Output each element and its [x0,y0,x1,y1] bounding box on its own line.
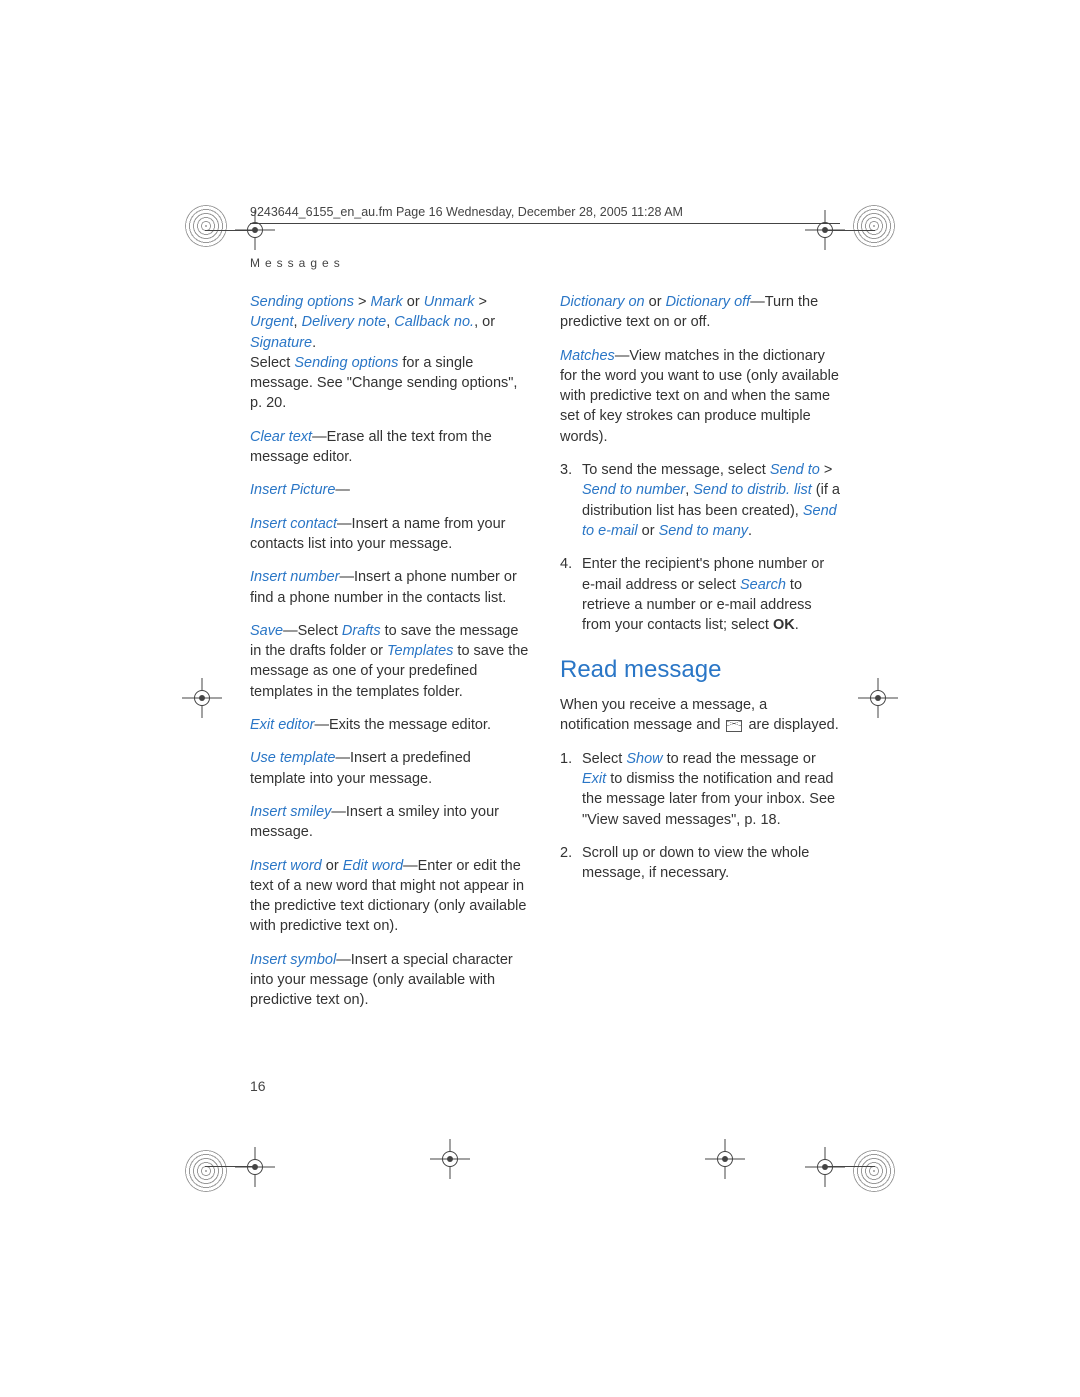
crop-mark-icon [430,1139,470,1179]
crop-mark-icon [235,1147,275,1187]
para: Dictionary on or Dictionary off—Turn the… [560,292,840,333]
para: When you receive a message, a notificati… [560,695,840,736]
list-item: 4.Enter the recipient's phone number or … [560,554,840,635]
reg-mark-icon [853,205,895,247]
reg-mark-icon [185,205,227,247]
left-column: Sending options > Mark or Unmark > Urgen… [250,292,530,1024]
section-label: Messages [250,256,840,270]
para: Save—Select Drafts to save the message i… [250,621,530,702]
page-number: 16 [250,1078,266,1094]
para: Insert symbol—Insert a special character… [250,950,530,1011]
para: Sending options > Mark or Unmark > Urgen… [250,292,530,414]
reg-mark-icon [853,1150,895,1192]
crop-line [825,1166,875,1167]
para: Clear text—Erase all the text from the m… [250,427,530,468]
para: Insert contact—Insert a name from your c… [250,514,530,555]
crop-mark-icon [182,678,222,718]
list-item: 3.To send the message, select Send to > … [560,460,840,541]
para: Insert Picture— [250,480,530,500]
doc-header: 9243644_6155_en_au.fm Page 16 Wednesday,… [250,205,840,219]
para: Use template—Insert a predefined templat… [250,748,530,789]
crop-mark-icon [705,1139,745,1179]
crop-line [205,230,255,231]
para: Insert number—Insert a phone number or f… [250,567,530,608]
crop-mark-icon [805,1147,845,1187]
divider [250,223,840,224]
para: Insert word or Edit word—Enter or edit t… [250,856,530,937]
para: Exit editor—Exits the message editor. [250,715,530,735]
crop-mark-icon [858,678,898,718]
list-item: 2.Scroll up or down to view the whole me… [560,843,840,884]
reg-mark-icon [185,1150,227,1192]
para: Matches—View matches in the dictionary f… [560,346,840,447]
right-column: Dictionary on or Dictionary off—Turn the… [560,292,840,1024]
list-item: 1.Select Show to read the message or Exi… [560,749,840,830]
envelope-icon [726,720,742,732]
para: Insert smiley—Insert a smiley into your … [250,802,530,843]
crop-line [205,1166,255,1167]
heading-read-message: Read message [560,653,840,687]
